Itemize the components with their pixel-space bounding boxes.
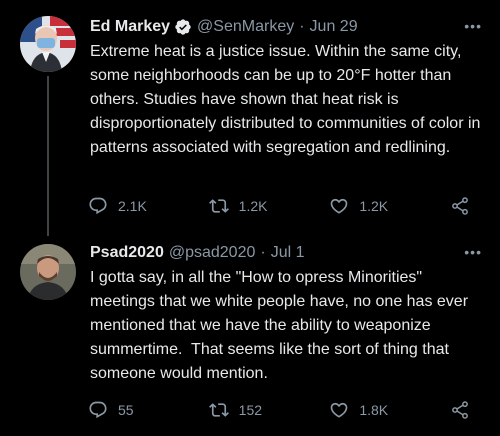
share-icon [452, 401, 468, 419]
retweet-count: 1.2K [238, 198, 268, 214]
reply-count: 2.1K [118, 198, 147, 214]
tweet[interactable]: Ed Markey @SenMarkey · Jun 29 ••• Extrem… [0, 0, 500, 236]
like-button[interactable]: 1.2K [329, 196, 450, 216]
like-button[interactable]: 1.8K [329, 400, 450, 420]
verified-badge-icon [174, 18, 192, 36]
like-count: 1.8K [359, 402, 389, 418]
tweet-text: I gotta say, in all the "How to opress M… [90, 269, 473, 382]
display-name[interactable]: Psad2020 [90, 244, 164, 262]
tweet-header: Ed Markey @SenMarkey · Jun 29 [90, 18, 358, 36]
tweet[interactable]: Psad2020 @psad2020 · Jul 1 ••• I gotta s… [0, 232, 500, 436]
reply-button[interactable]: 2.1K [88, 196, 209, 216]
share-icon [452, 197, 468, 215]
tweet-text: Extreme heat is a justice issue. Within … [90, 43, 485, 156]
tweet-header: Psad2020 @psad2020 · Jul 1 [90, 244, 305, 262]
display-name[interactable]: Ed Markey [90, 18, 170, 36]
handle[interactable]: @SenMarkey [197, 18, 294, 36]
retweet-count: 152 [238, 402, 263, 418]
like-count: 1.2K [359, 198, 389, 214]
separator: · [260, 244, 266, 261]
avatar[interactable] [20, 16, 76, 72]
retweet-icon [208, 199, 229, 213]
share-button[interactable] [450, 400, 480, 420]
retweet-icon [208, 403, 229, 417]
thread-line [47, 76, 49, 236]
reply-button[interactable]: 55 [88, 400, 209, 420]
separator: · [299, 18, 305, 35]
action-bar: 55 152 1.8K [88, 398, 480, 422]
like-icon [331, 402, 348, 418]
handle[interactable]: @psad2020 [169, 244, 256, 262]
retweet-button[interactable]: 1.2K [208, 196, 330, 216]
reply-icon [89, 197, 107, 215]
reply-count: 55 [118, 402, 134, 418]
action-bar: 2.1K 1.2K 1.2K [88, 194, 480, 218]
retweet-button[interactable]: 152 [208, 400, 330, 420]
timestamp[interactable]: Jul 1 [271, 244, 305, 262]
more-icon[interactable]: ••• [464, 244, 482, 260]
more-icon[interactable]: ••• [464, 18, 482, 34]
share-button[interactable] [450, 196, 480, 216]
avatar[interactable] [20, 244, 76, 300]
timestamp[interactable]: Jun 29 [310, 18, 358, 36]
like-icon [331, 198, 348, 214]
reply-icon [89, 401, 107, 419]
